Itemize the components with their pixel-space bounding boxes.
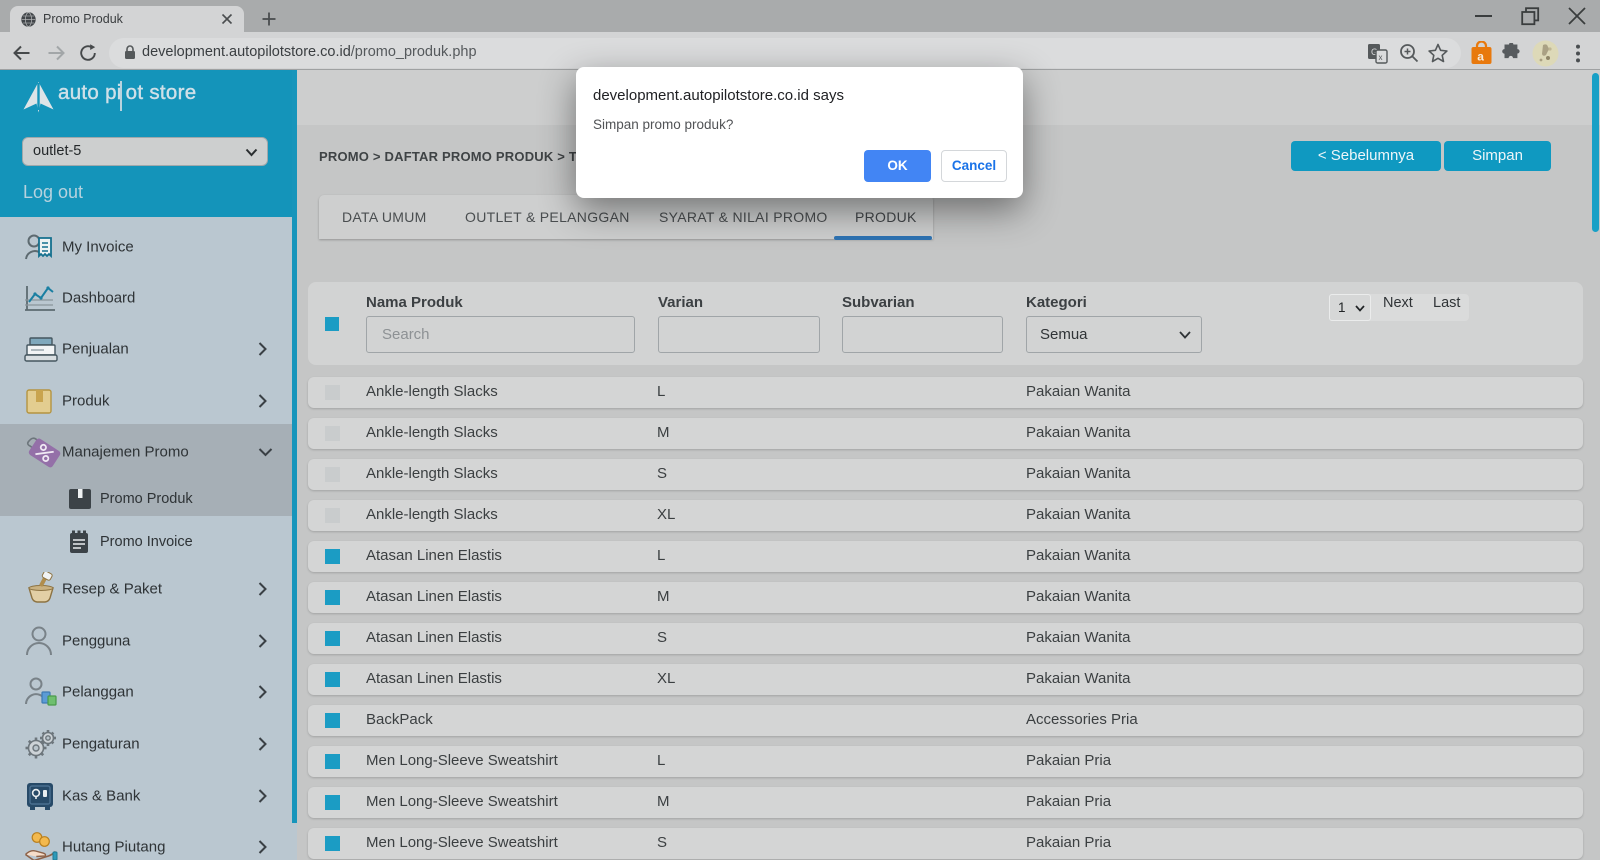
svg-text:x: x <box>1379 53 1383 62</box>
svg-text:a: a <box>1477 50 1484 64</box>
